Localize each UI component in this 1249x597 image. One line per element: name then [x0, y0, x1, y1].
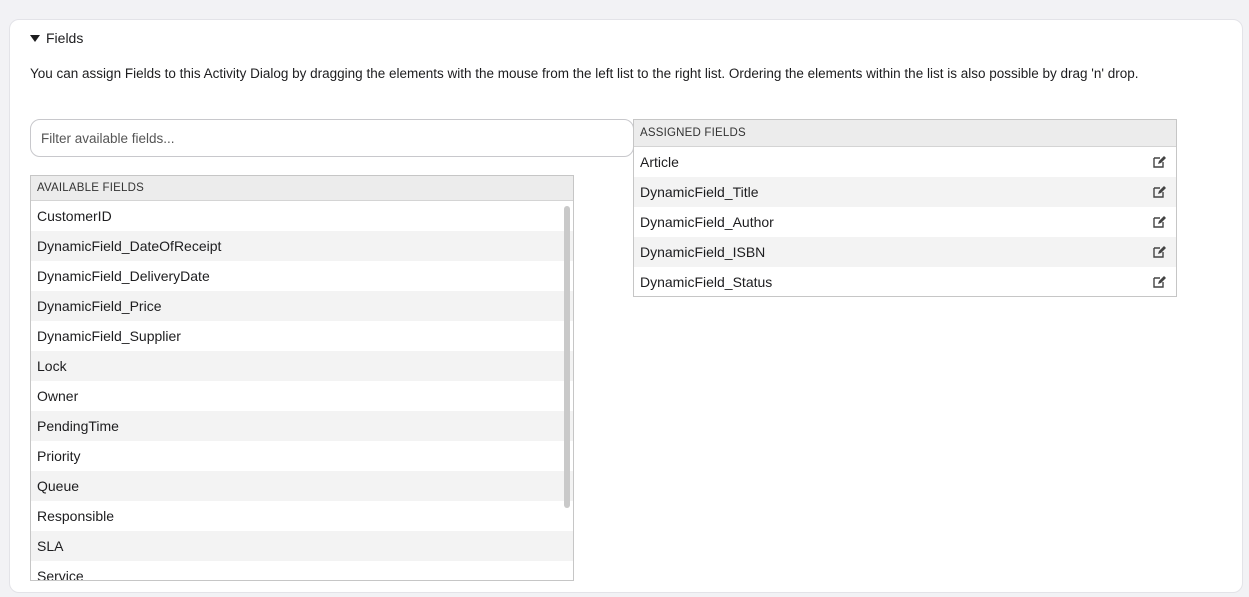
- available-field-item[interactable]: SLA: [31, 531, 573, 561]
- edit-icon[interactable]: [1152, 185, 1166, 199]
- assigned-fields-list: ASSIGNED FIELDS Article DynamicField_Tit…: [633, 119, 1177, 297]
- assigned-field-label: Article: [640, 154, 679, 170]
- available-field-item[interactable]: DynamicField_DateOfReceipt: [31, 231, 573, 261]
- edit-icon[interactable]: [1152, 245, 1166, 259]
- assigned-fields-header: ASSIGNED FIELDS: [634, 120, 1176, 147]
- available-field-item[interactable]: CustomerID: [31, 201, 573, 231]
- available-field-item[interactable]: PendingTime: [31, 411, 573, 441]
- available-field-item[interactable]: Responsible: [31, 501, 573, 531]
- assigned-field-item[interactable]: DynamicField_ISBN: [634, 237, 1176, 267]
- edit-icon[interactable]: [1152, 275, 1166, 289]
- assigned-field-item[interactable]: DynamicField_Title: [634, 177, 1176, 207]
- edit-icon[interactable]: [1152, 215, 1166, 229]
- available-fields-header: AVAILABLE FIELDS: [31, 176, 573, 201]
- available-field-item[interactable]: DynamicField_Supplier: [31, 321, 573, 351]
- available-field-item[interactable]: Service: [31, 561, 573, 580]
- section-description: You can assign Fields to this Activity D…: [30, 66, 1139, 81]
- assigned-field-label: DynamicField_Status: [640, 274, 773, 290]
- available-field-item[interactable]: Queue: [31, 471, 573, 501]
- assigned-field-item[interactable]: DynamicField_Status: [634, 267, 1176, 297]
- available-field-item[interactable]: Lock: [31, 351, 573, 381]
- filter-available-fields-input[interactable]: [30, 119, 634, 157]
- fields-section-toggle[interactable]: Fields: [30, 30, 83, 46]
- available-field-item[interactable]: DynamicField_DeliveryDate: [31, 261, 573, 291]
- assigned-field-label: DynamicField_Title: [640, 184, 759, 200]
- fields-panel: Fields You can assign Fields to this Act…: [9, 19, 1243, 593]
- assigned-fields-body: Article DynamicField_Title DynamicField_…: [634, 147, 1176, 297]
- available-list-scrollbar[interactable]: [564, 206, 570, 508]
- caret-down-icon: [30, 35, 40, 42]
- section-title: Fields: [46, 30, 84, 46]
- assigned-field-item[interactable]: Article: [634, 147, 1176, 177]
- available-field-item[interactable]: Owner: [31, 381, 573, 411]
- edit-icon[interactable]: [1152, 155, 1166, 169]
- available-fields-list: AVAILABLE FIELDS CustomerID DynamicField…: [30, 175, 574, 581]
- assigned-field-label: DynamicField_Author: [640, 214, 774, 230]
- available-field-item[interactable]: Priority: [31, 441, 573, 471]
- assigned-field-item[interactable]: DynamicField_Author: [634, 207, 1176, 237]
- available-fields-body: CustomerID DynamicField_DateOfReceipt Dy…: [31, 201, 573, 580]
- assigned-field-label: DynamicField_ISBN: [640, 244, 766, 260]
- available-field-item[interactable]: DynamicField_Price: [31, 291, 573, 321]
